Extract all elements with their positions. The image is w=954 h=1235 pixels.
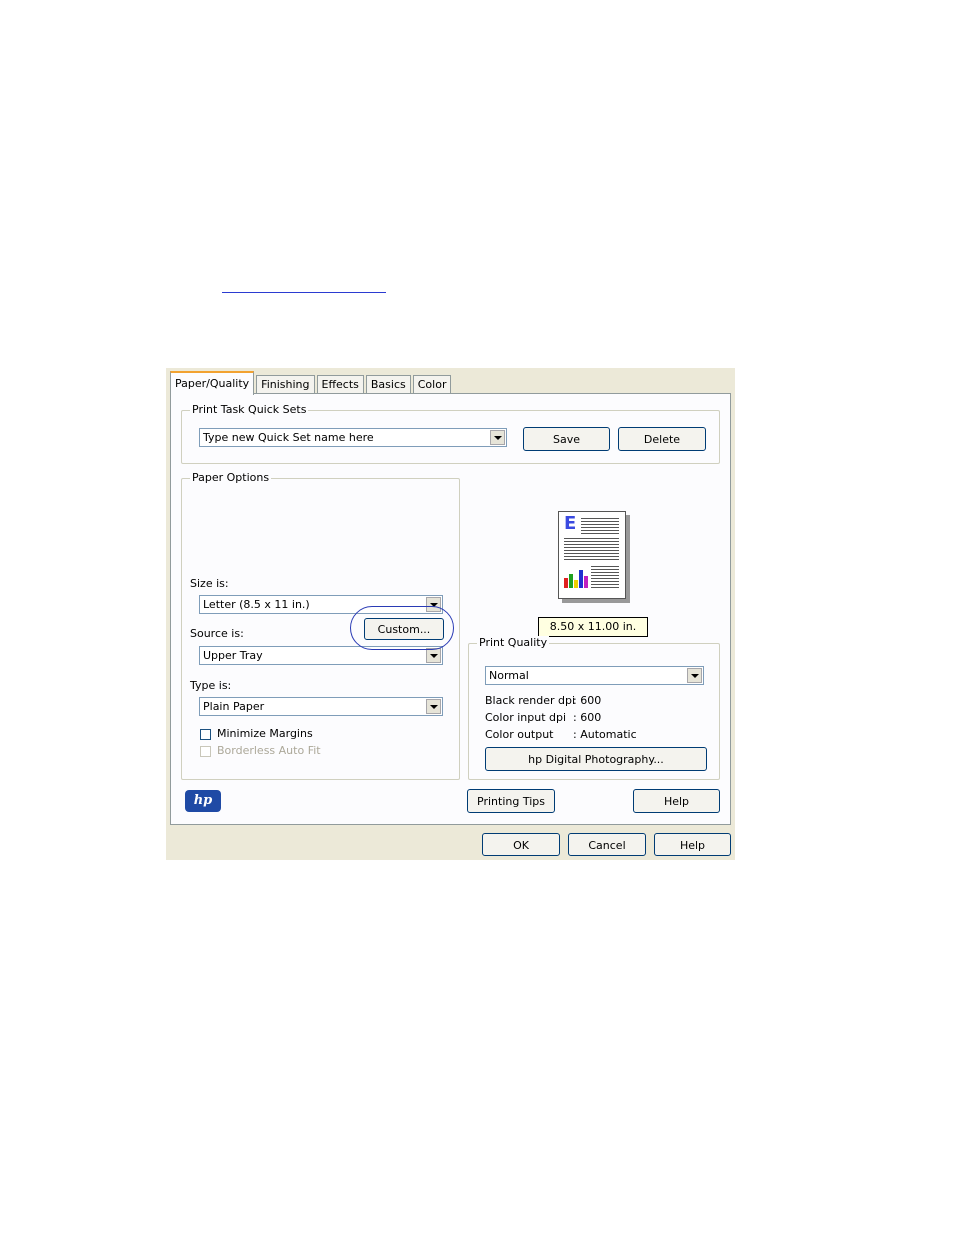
borderless-label: Borderless Auto Fit (217, 744, 321, 757)
paper-size-readout: 8.50 x 11.00 in. (538, 617, 648, 637)
color-output-value: : Automatic (573, 728, 637, 741)
color-input-label: Color input dpi (485, 711, 567, 724)
save-button[interactable]: Save (523, 427, 610, 451)
black-dpi-label: Black render dpi (485, 694, 576, 707)
source-value: Upper Tray (203, 649, 263, 662)
minimize-margins-checkbox[interactable] (200, 729, 211, 740)
source-label: Source is: (190, 627, 244, 640)
tab-paper-quality[interactable]: Paper/Quality (170, 371, 255, 395)
tab-effects[interactable]: Effects (316, 375, 364, 394)
hp-logo: hp (185, 790, 221, 812)
size-value: Letter (8.5 x 11 in.) (203, 598, 310, 611)
text-lines-middle (564, 538, 619, 562)
custom-button[interactable]: Custom... (364, 618, 444, 640)
print-quality-combo[interactable]: Normal (485, 666, 704, 685)
chevron-down-icon[interactable] (426, 699, 441, 714)
preview-letter: E (564, 513, 577, 534)
chevron-down-icon[interactable] (490, 430, 505, 445)
borderless-checkbox[interactable] (200, 746, 211, 757)
size-label: Size is: (190, 577, 229, 590)
cancel-button[interactable]: Cancel (568, 833, 646, 856)
dialog-help-button[interactable]: Help (654, 833, 731, 856)
chevron-down-icon[interactable] (426, 597, 441, 612)
quick-sets-group: Print Task Quick Sets Type new Quick Set… (181, 403, 720, 464)
paper-options-legend: Paper Options (190, 471, 272, 484)
digital-photography-button[interactable]: hp Digital Photography... (485, 747, 707, 771)
color-input-value: : 600 (573, 711, 602, 724)
color-output-label: Color output (485, 728, 554, 741)
black-dpi-value: : 600 (573, 694, 602, 707)
print-quality-legend: Print Quality (477, 636, 550, 649)
tab-color[interactable]: Color (412, 375, 452, 394)
delete-button[interactable]: Delete (618, 427, 706, 451)
paper-quality-panel: Print Task Quick Sets Type new Quick Set… (170, 393, 731, 825)
type-value: Plain Paper (203, 700, 265, 713)
chevron-down-icon[interactable] (687, 668, 702, 683)
text-lines-top (581, 518, 619, 534)
printing-tips-button[interactable]: Printing Tips (467, 789, 555, 813)
printer-properties-dialog: Paper/Quality Finishing Effects Basics C… (166, 368, 735, 860)
source-combo[interactable]: Upper Tray (199, 646, 443, 665)
chevron-down-icon[interactable] (426, 648, 441, 663)
size-combo[interactable]: Letter (8.5 x 11 in.) (199, 595, 443, 614)
tab-basics[interactable]: Basics (365, 375, 411, 394)
text-lines-bottom (591, 566, 619, 588)
document-link[interactable] (222, 278, 386, 293)
tab-bar: Paper/Quality Finishing Effects Basics C… (170, 371, 453, 395)
type-combo[interactable]: Plain Paper (199, 697, 443, 716)
help-button[interactable]: Help (633, 789, 720, 813)
print-quality-value: Normal (489, 669, 529, 682)
type-label: Type is: (190, 679, 232, 692)
ok-button[interactable]: OK (482, 833, 560, 856)
quick-set-combo[interactable]: Type new Quick Set name here (199, 428, 507, 447)
bar-chart-icon (564, 566, 588, 588)
tab-finishing[interactable]: Finishing (256, 375, 315, 394)
quick-sets-legend: Print Task Quick Sets (190, 403, 309, 416)
paper-options-group: Paper Options Size is: Letter (8.5 x 11 … (181, 471, 460, 780)
quick-set-value: Type new Quick Set name here (203, 431, 374, 444)
print-quality-group: Print Quality Normal Black render dpi : … (468, 636, 720, 780)
minimize-margins-label: Minimize Margins (217, 727, 313, 740)
page-preview: E (558, 511, 626, 599)
